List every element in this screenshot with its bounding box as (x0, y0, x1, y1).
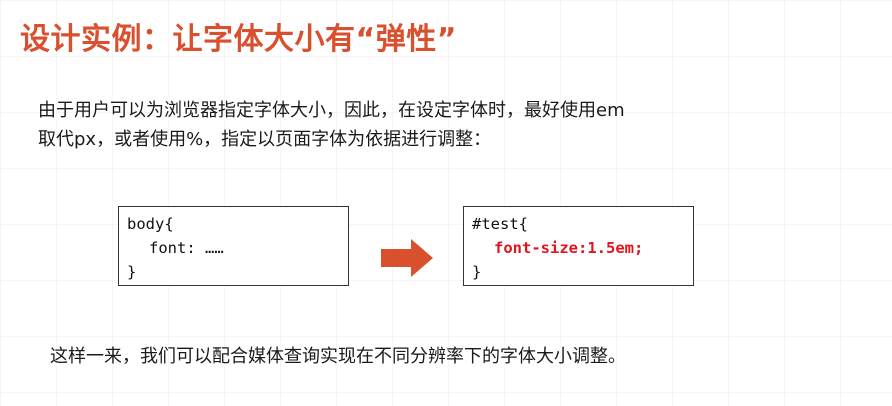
code-body-line-3: } (127, 263, 137, 281)
code-test-line-2: font-size:1.5em; (494, 239, 644, 257)
intro-paragraph: 由于用户可以为浏览器指定字体大小，因此，在设定字体时，最好使用em 取代px，或… (38, 96, 858, 154)
code-body-line-1: body{ (127, 215, 174, 233)
intro-line-1: 由于用户可以为浏览器指定字体大小，因此，在设定字体时，最好使用em (38, 100, 625, 121)
intro-line-2: 取代px，或者使用%，指定以页面字体为依据进行调整： (38, 129, 492, 150)
slide-title: 设计实例：让字体大小有“弹性” (20, 22, 457, 57)
right-arrow-icon (381, 239, 433, 277)
code-box-test: #test{ font-size:1.5em; } (463, 206, 694, 286)
code-test-line-1: #test{ (472, 215, 528, 233)
code-test-line-3: } (472, 263, 482, 281)
code-box-body: body{ font: …… } (118, 206, 349, 286)
closing-text: 这样一来，我们可以配合媒体查询实现在不同分辨率下的字体大小调整。 (50, 346, 626, 367)
code-body-line-2: font: …… (149, 239, 224, 257)
